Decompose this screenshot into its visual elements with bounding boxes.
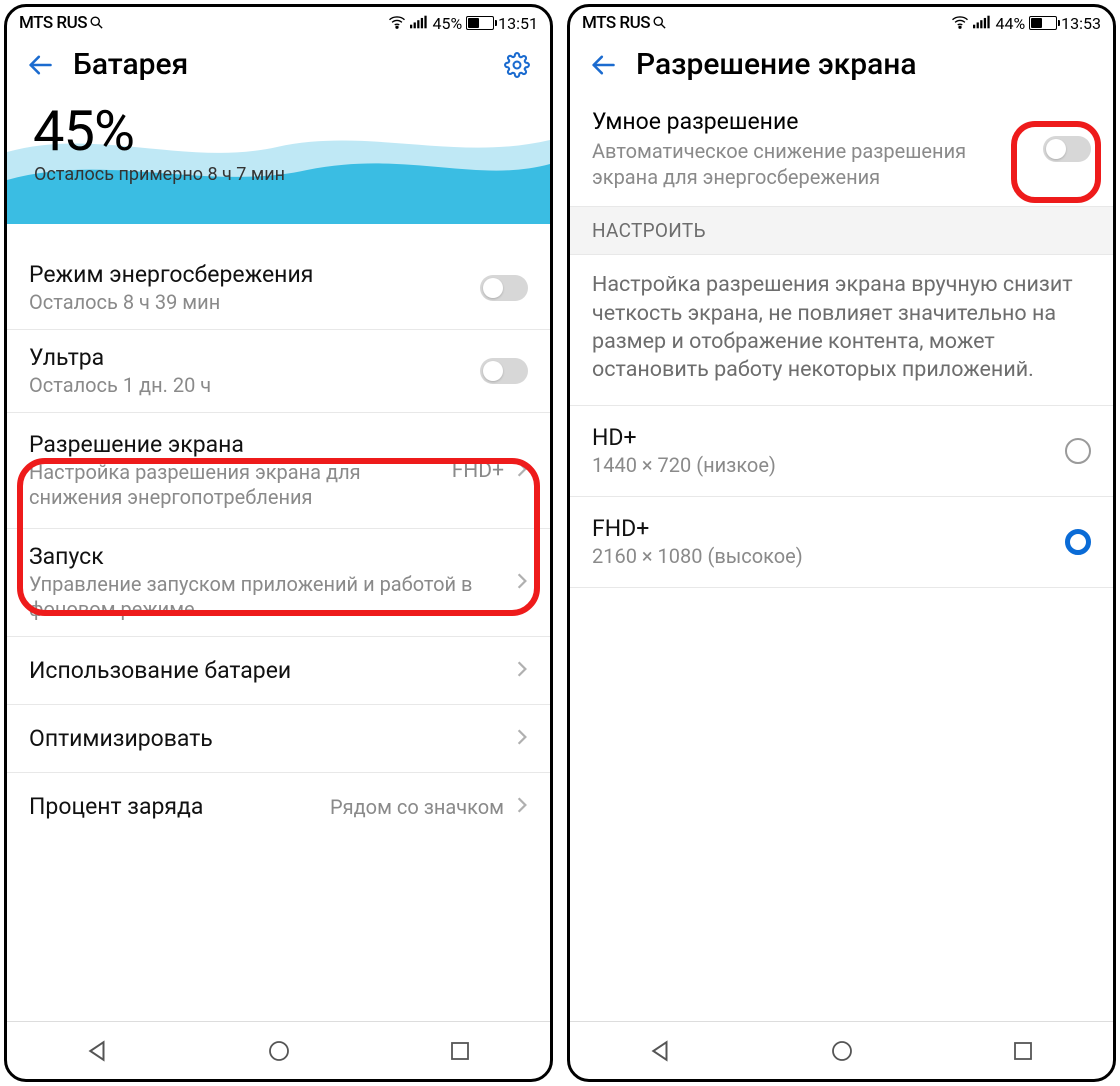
page-header: Батарея [7, 37, 550, 92]
nav-back-button[interactable] [83, 1036, 113, 1066]
option-title: FHD+ [592, 515, 1053, 542]
nav-home-button[interactable] [264, 1036, 294, 1066]
row-title: Умное разрешение [592, 108, 1025, 135]
section-info-text: Настройка разрешения экрана вручную сниз… [570, 255, 1113, 406]
option-subtitle: 2160 × 1080 (высокое) [592, 544, 1053, 569]
row-screen-resolution[interactable]: Разрешение экрана Настройка разрешения э… [7, 413, 550, 529]
row-optimize[interactable]: Оптимизировать [7, 705, 550, 773]
status-bar: MTS RUS 45% 13:51 [7, 7, 550, 37]
nav-bar [7, 1021, 550, 1079]
page-title: Батарея [73, 47, 484, 82]
power-saving-toggle[interactable] [480, 275, 528, 301]
ultra-toggle[interactable] [480, 358, 528, 384]
battery-icon [1029, 16, 1057, 30]
row-startup[interactable]: Запуск Управление запуском приложений и … [7, 529, 550, 637]
row-percent-display[interactable]: Процент заряда Рядом со значком [7, 773, 550, 840]
nav-home-button[interactable] [827, 1036, 857, 1066]
back-button[interactable] [25, 50, 55, 80]
row-battery-usage[interactable]: Использование батареи [7, 637, 550, 705]
row-power-saving[interactable]: Режим энергосбережения Осталось 8 ч 39 м… [7, 247, 550, 330]
radio-fhd[interactable] [1065, 529, 1091, 555]
row-title: Процент заряда [29, 793, 318, 820]
row-subtitle: Осталось 8 ч 39 мин [29, 290, 468, 315]
chevron-right-icon [516, 728, 528, 750]
phone-resolution-settings: MTS RUS 44% 13:53 Разрешение экрана Умно… [567, 4, 1116, 1082]
clock-label: 13:51 [498, 14, 538, 33]
carrier-label: MTS RUS [582, 13, 650, 33]
phone-battery-settings: MTS RUS 45% 13:51 Батарея [4, 4, 553, 1082]
row-value: FHD+ [452, 459, 504, 483]
search-icon [652, 15, 667, 34]
carrier-label: MTS RUS [19, 13, 87, 33]
battery-percent-label: 44% [995, 14, 1025, 33]
row-value: Рядом со значком [330, 795, 504, 819]
status-bar: MTS RUS 44% 13:53 [570, 7, 1113, 37]
chevron-right-icon [516, 460, 528, 482]
row-title: Ультра [29, 344, 468, 371]
clock-label: 13:53 [1061, 14, 1101, 33]
smart-resolution-toggle[interactable] [1043, 136, 1091, 162]
signal-icon [973, 14, 991, 33]
search-icon [89, 15, 104, 34]
battery-percentage-display: 45% [7, 92, 550, 164]
battery-hero: 45% Осталось примерно 8 ч 7 мин [7, 92, 550, 247]
row-title: Использование батареи [29, 657, 504, 684]
row-smart-resolution[interactable]: Умное разрешение Автоматическое снижение… [570, 92, 1113, 207]
signal-icon [410, 14, 428, 33]
section-header-configure: НАСТРОИТЬ [570, 207, 1113, 255]
row-title: Запуск [29, 543, 504, 570]
wifi-icon [951, 14, 969, 33]
row-title: Режим энергосбережения [29, 261, 468, 288]
wifi-icon [388, 14, 406, 33]
row-subtitle: Настройка разрешения экрана для снижения… [29, 460, 440, 510]
row-subtitle: Осталось 1 дн. 20 ч [29, 373, 468, 398]
nav-recent-button[interactable] [445, 1036, 475, 1066]
settings-gear-button[interactable] [502, 50, 532, 80]
nav-back-button[interactable] [646, 1036, 676, 1066]
battery-icon [466, 16, 494, 30]
page-title: Разрешение экрана [636, 47, 1095, 82]
option-fhd[interactable]: FHD+ 2160 × 1080 (высокое) [570, 497, 1113, 588]
option-subtitle: 1440 × 720 (низкое) [592, 453, 1053, 478]
back-button[interactable] [588, 50, 618, 80]
row-title: Разрешение экрана [29, 431, 440, 458]
battery-percent-label: 45% [432, 14, 462, 33]
row-subtitle: Управление запуском приложений и работой… [29, 572, 504, 622]
chevron-right-icon [516, 572, 528, 594]
page-header: Разрешение экрана [570, 37, 1113, 92]
row-title: Оптимизировать [29, 725, 504, 752]
nav-bar [570, 1021, 1113, 1079]
nav-recent-button[interactable] [1008, 1036, 1038, 1066]
row-subtitle: Автоматическое снижение разрешения экран… [592, 139, 1025, 190]
option-hd[interactable]: HD+ 1440 × 720 (низкое) [570, 406, 1113, 497]
battery-remaining-label: Осталось примерно 8 ч 7 мин [7, 164, 550, 185]
chevron-right-icon [516, 796, 528, 818]
radio-hd[interactable] [1065, 438, 1091, 464]
option-title: HD+ [592, 424, 1053, 451]
chevron-right-icon [516, 660, 528, 682]
settings-list: Режим энергосбережения Осталось 8 ч 39 м… [7, 247, 550, 1021]
row-ultra[interactable]: Ультра Осталось 1 дн. 20 ч [7, 330, 550, 413]
